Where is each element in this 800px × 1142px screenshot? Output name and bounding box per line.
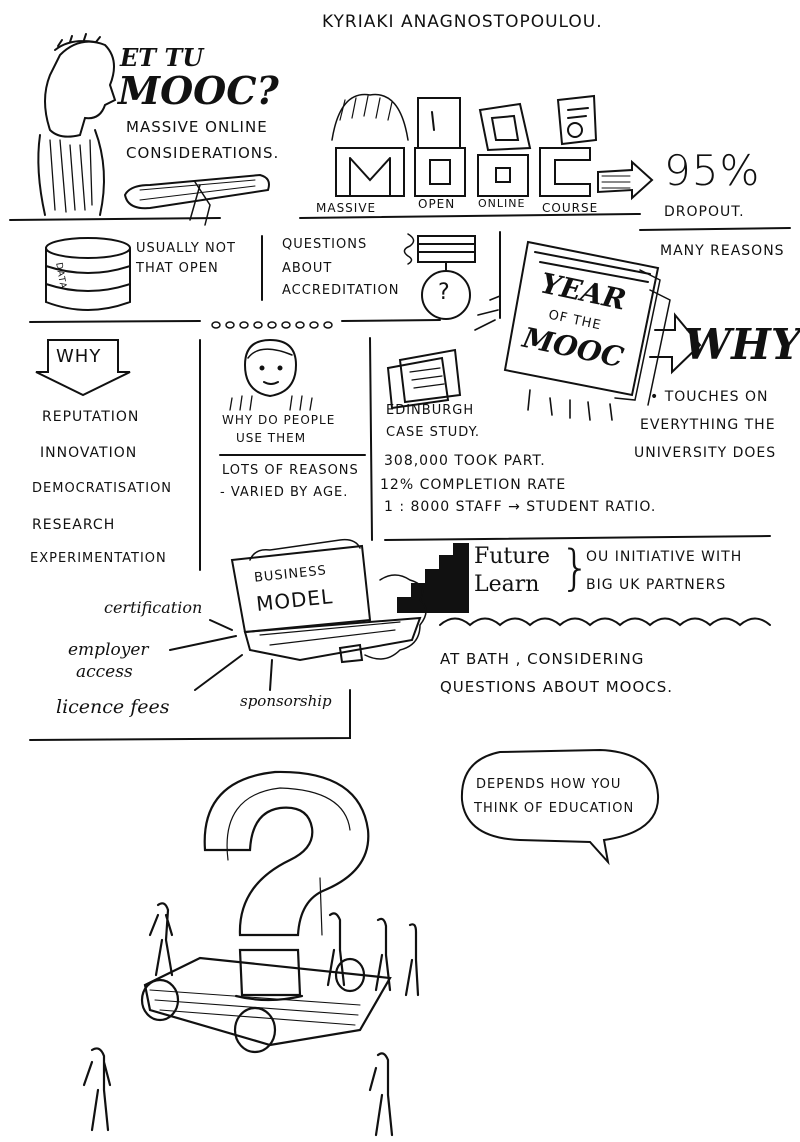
- people-line3: LOTS OF REASONS: [222, 463, 359, 478]
- edinburgh-stat2: 12% COMPLETION RATE: [380, 477, 567, 493]
- mooc-letter-open: OPEN: [418, 197, 456, 211]
- bubble-line2: THINK OF EDUCATION: [474, 801, 635, 816]
- bubble-line1: DEPENDS HOW YOU: [476, 777, 622, 792]
- mooc-letter-online: ONLINE: [478, 197, 526, 210]
- edinburgh-line1: EDINBURGH: [386, 403, 475, 418]
- dropout-label: DROPOUT.: [664, 204, 745, 220]
- dropout-reasons: MANY REASONS: [660, 243, 785, 259]
- why-item-democratisation: DEMOCRATISATION: [32, 481, 173, 496]
- mooc-letter-massive: MASSIVE: [316, 201, 377, 215]
- people-line4: - VARIED BY AGE.: [220, 485, 349, 500]
- why-big-heading: WHY: [684, 320, 800, 369]
- mooc-letter-course: COURSE: [542, 201, 599, 215]
- title-line1: ET TU: [120, 43, 204, 72]
- edinburgh-line2: CASE STUDY.: [386, 425, 481, 440]
- bath-line1: AT BATH , CONSIDERING: [440, 650, 645, 668]
- business-item-certification: certification: [104, 598, 203, 617]
- futurelearn-line1: Future: [474, 544, 550, 569]
- accreditation-line1: QUESTIONS: [282, 237, 368, 252]
- touches-line3: UNIVERSITY DOES: [634, 445, 777, 461]
- caesar-portrait-drawing: [37, 33, 117, 216]
- touches-line2: EVERYTHING THE: [640, 417, 776, 433]
- mooc-blocks-drawing: [331, 93, 654, 201]
- why-item-reputation: REPUTATION: [42, 409, 140, 425]
- data-line1: USUALLY NOT: [136, 241, 236, 256]
- touches-line1: • TOUCHES ON: [650, 389, 769, 405]
- people-line1: WHY DO PEOPLE: [222, 413, 336, 427]
- subtitle-line2: CONSIDERATIONS.: [126, 144, 280, 162]
- why-item-research: RESEARCH: [32, 517, 116, 533]
- business-item-employer: employer: [68, 640, 149, 660]
- briefcase-drawing: [169, 538, 427, 691]
- bath-line2: QUESTIONS ABOUT MOOCS.: [440, 678, 674, 696]
- data-line2: THAT OPEN: [136, 261, 219, 276]
- business-item-sponsorship: sponsorship: [240, 692, 332, 710]
- accreditation-line3: ACCREDITATION: [282, 283, 400, 298]
- scale-drawing: [403, 233, 476, 320]
- business-item-licence-fees: licence fees: [56, 696, 170, 718]
- people-line2: USE THEM: [236, 431, 307, 445]
- title-line2: MOOC?: [118, 68, 279, 113]
- futurelearn-note1: OU INITIATIVE WITH: [586, 549, 743, 565]
- dropout-percent: 95%: [664, 146, 761, 195]
- subtitle-line1: MASSIVE ONLINE: [126, 118, 268, 136]
- futurelearn-note2: BIG UK PARTNERS: [586, 577, 727, 593]
- why-sign-label: WHY: [56, 346, 102, 367]
- why-item-innovation: INNOVATION: [40, 445, 138, 461]
- person-portrait-drawing: [229, 338, 313, 411]
- edinburgh-stat3: 1 : 8000 STAFF → STUDENT RATIO.: [384, 499, 657, 515]
- staircase-drawing: [397, 543, 469, 613]
- question-clock-mark: ?: [438, 280, 451, 305]
- edinburgh-stat1: 308,000 TOOK PART.: [384, 453, 546, 469]
- question-mark-sculpture-drawing: [82, 770, 420, 1137]
- accreditation-line2: ABOUT: [282, 261, 333, 276]
- futurelearn-line2: Learn: [474, 572, 540, 597]
- documents-drawing: [386, 348, 462, 410]
- why-item-experimentation: EXPERIMENTATION: [30, 551, 167, 566]
- author-name: KYRIAKI ANAGNOSTOPOULOU.: [322, 12, 603, 32]
- business-item-access: access: [76, 662, 133, 682]
